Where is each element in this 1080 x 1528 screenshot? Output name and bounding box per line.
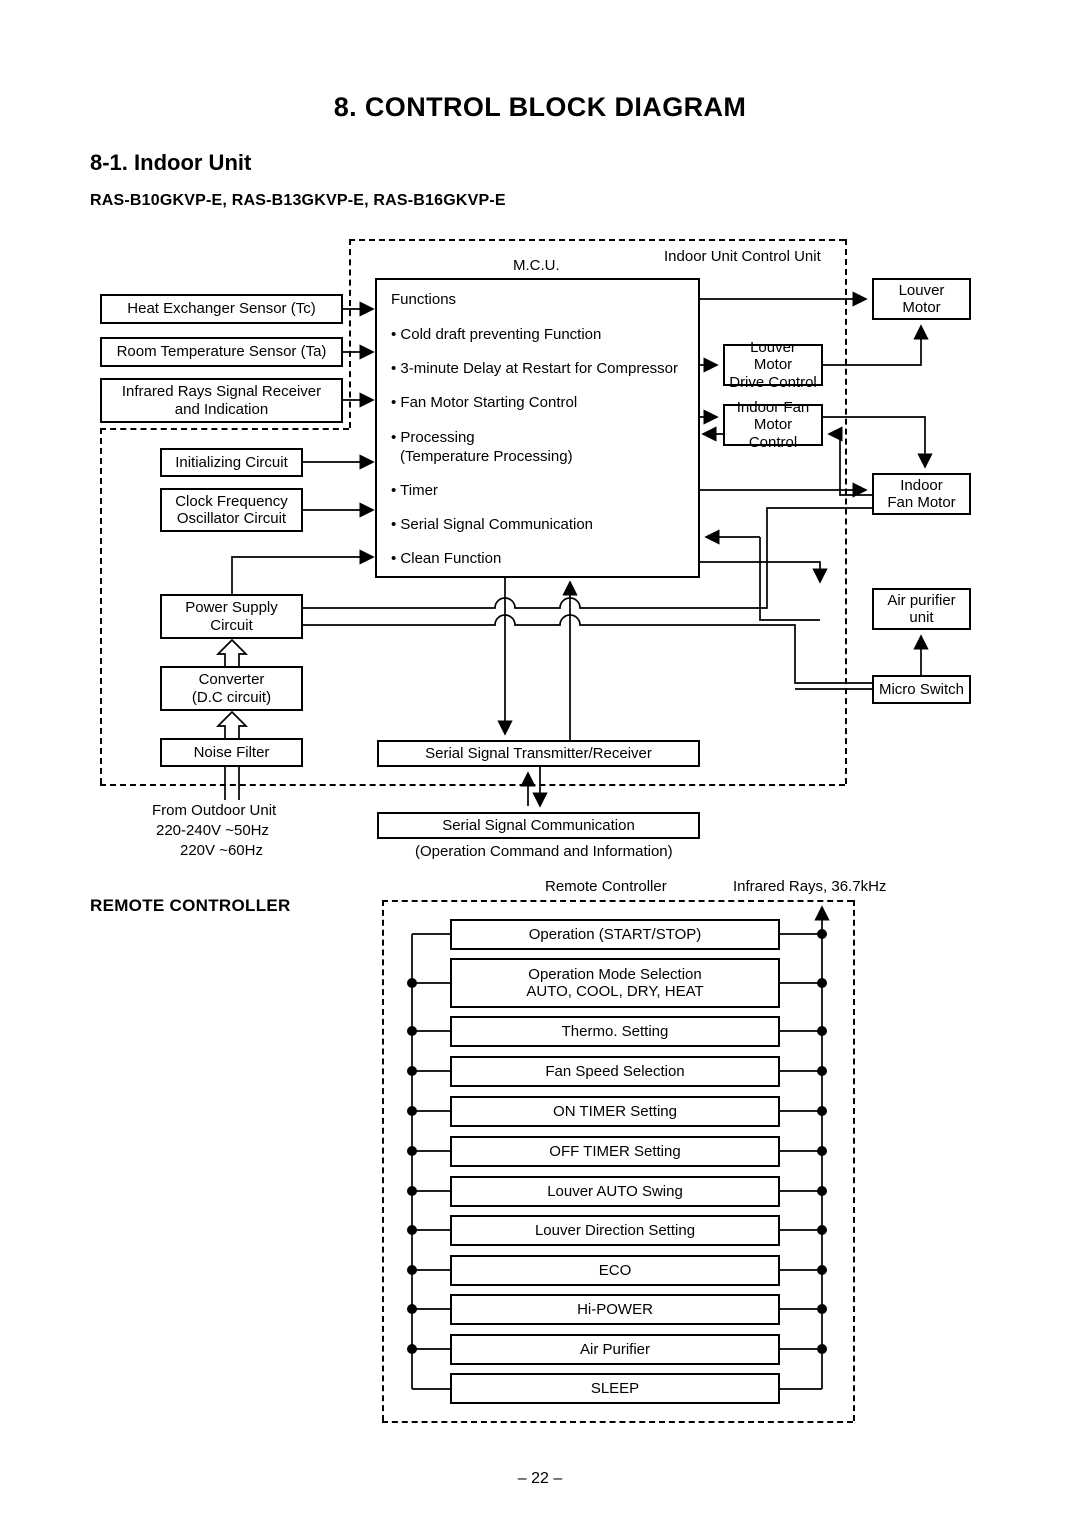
remote-enclosure-left [382, 900, 384, 1421]
mcu-function-0: • Cold draft preventing Function [391, 326, 602, 343]
louver-motor-box: Louver Motor [872, 278, 971, 320]
power-source-line-2: 220-240V ~50Hz [156, 822, 269, 839]
input-box-room-temperature-sensor-label: Room Temperature Sensor (Ta) [116, 343, 327, 361]
mcu-function-6-label: Clean Function [400, 550, 502, 567]
indoor-fan-motor-control-label: Indoor Fan Motor Control [736, 399, 810, 451]
louver-motor-label: Louver Motor [898, 281, 945, 316]
air-purifier-unit-box: Air purifier unit [872, 588, 971, 630]
remote-item-operation[interactable]: Operation (START/STOP) [450, 919, 780, 950]
input-box-room-temperature-sensor: Room Temperature Sensor (Ta) [100, 337, 343, 367]
input-box-infrared-receiver-label: Infrared Rays Signal Receiver and Indica… [121, 383, 322, 418]
remote-controller-heading: REMOTE CONTROLLER [90, 896, 291, 915]
converter-label: Converter (D.C circuit) [191, 671, 272, 706]
mcu-function-3: • Processing [391, 429, 475, 446]
model-list: RAS-B10GKVP-E, RAS-B13GKVP-E, RAS-B16GKV… [90, 192, 506, 209]
remote-item-louver-direction-label: Louver Direction Setting [534, 1221, 696, 1239]
louver-motor-drive-control-box: Louver Motor Drive Control [723, 339, 823, 391]
indoor-fan-motor-label: Indoor Fan Motor [887, 476, 956, 511]
remote-item-fan-speed-label: Fan Speed Selection [545, 1062, 685, 1080]
mcu-function-6: • Clean Function [391, 550, 502, 567]
remote-item-louver-auto-swing-label: Louver AUTO Swing [547, 1182, 683, 1200]
mcu-function-3-label: Processing [400, 429, 475, 446]
remote-item-hi-power[interactable]: Hi-POWER [450, 1294, 780, 1325]
air-purifier-unit-label: Air purifier unit [887, 591, 956, 626]
serial-signal-communication-label: Serial Signal Communication [442, 816, 635, 834]
mcu-function-4-label: Timer [400, 482, 438, 499]
remote-item-fan-speed[interactable]: Fan Speed Selection [450, 1056, 780, 1087]
input-box-heat-exchanger-sensor-label: Heat Exchanger Sensor (Tc) [127, 300, 316, 318]
enclosure-mid-step [100, 428, 349, 430]
remote-enclosure-bottom [382, 1421, 853, 1423]
indoor-fan-motor-box: Indoor Fan Motor [872, 473, 971, 515]
mcu-box: Functions • Cold draft preventing Functi… [375, 278, 700, 578]
noise-filter-label: Noise Filter [193, 743, 270, 761]
remote-item-louver-direction[interactable]: Louver Direction Setting [450, 1215, 780, 1246]
enclosure-right [845, 239, 847, 784]
mcu-function-5: • Serial Signal Communication [391, 516, 594, 533]
louver-motor-drive-control-label: Louver Motor Drive Control [729, 339, 817, 391]
remote-item-thermo-setting[interactable]: Thermo. Setting [450, 1016, 780, 1047]
remote-enclosure-top [382, 900, 853, 902]
remote-item-on-timer[interactable]: ON TIMER Setting [450, 1096, 780, 1127]
input-box-clock-oscillator-label: Clock Frequency Oscillator Circuit [175, 492, 288, 527]
remote-item-operation-label: Operation (START/STOP) [528, 925, 702, 943]
mcu-function-2-label: Fan Motor Starting Control [400, 394, 578, 411]
remote-item-louver-auto-swing[interactable]: Louver AUTO Swing [450, 1176, 780, 1207]
micro-switch-label: Micro Switch [878, 680, 964, 698]
page-canvas: 8. CONTROL BLOCK DIAGRAM 8-1. Indoor Uni… [0, 0, 1080, 1528]
mcu-function-4: • Timer [391, 482, 438, 499]
serial-signal-communication-box: Serial Signal Communication [377, 812, 700, 839]
section-title: 8-1. Indoor Unit [90, 150, 252, 175]
remote-item-air-purifier[interactable]: Air Purifier [450, 1334, 780, 1365]
input-box-infrared-receiver: Infrared Rays Signal Receiver and Indica… [100, 378, 343, 423]
power-source-line-3: 220V ~60Hz [180, 842, 263, 859]
converter-box: Converter (D.C circuit) [160, 666, 303, 711]
micro-switch-box: Micro Switch [872, 675, 971, 704]
label-infrared-rays: Infrared Rays, 36.7kHz [733, 878, 887, 895]
remote-item-sleep[interactable]: SLEEP [450, 1373, 780, 1404]
power-supply-circuit-box: Power Supply Circuit [160, 594, 303, 639]
mcu-function-1: • 3-minute Delay at Restart for Compress… [391, 360, 679, 377]
label-mcu: M.C.U. [513, 257, 560, 274]
remote-item-eco[interactable]: ECO [450, 1255, 780, 1286]
serial-signal-communication-sub: (Operation Command and Information) [415, 843, 673, 860]
remote-item-sleep-label: SLEEP [590, 1379, 640, 1397]
input-box-initializing-circuit-label: Initializing Circuit [175, 453, 288, 471]
page-title: 8. CONTROL BLOCK DIAGRAM [333, 92, 747, 122]
label-remote-controller: Remote Controller [545, 878, 667, 895]
remote-item-on-timer-label: ON TIMER Setting [553, 1102, 677, 1120]
remote-item-operation-mode[interactable]: Operation Mode Selection AUTO, COOL, DRY… [450, 958, 780, 1008]
enclosure-bottom [100, 784, 845, 786]
label-indoor-unit-control-unit: Indoor Unit Control Unit [664, 248, 821, 265]
mcu-function-2: • Fan Motor Starting Control [391, 394, 578, 411]
serial-signal-transmitter-box: Serial Signal Transmitter/Receiver [377, 740, 700, 767]
indoor-fan-motor-control-box: Indoor Fan Motor Control [723, 399, 823, 451]
enclosure-left-lower [100, 428, 102, 784]
remote-item-off-timer[interactable]: OFF TIMER Setting [450, 1136, 780, 1167]
remote-item-air-purifier-label: Air Purifier [579, 1340, 650, 1358]
remote-item-operation-mode-label: Operation Mode Selection AUTO, COOL, DRY… [526, 965, 704, 1000]
remote-item-eco-label: ECO [598, 1261, 632, 1279]
remote-item-thermo-setting-label: Thermo. Setting [561, 1022, 669, 1040]
power-source-line-1: From Outdoor Unit [152, 802, 277, 819]
input-box-clock-oscillator: Clock Frequency Oscillator Circuit [160, 488, 303, 532]
mcu-function-0-label: Cold draft preventing Function [400, 326, 602, 343]
serial-signal-transmitter-label: Serial Signal Transmitter/Receiver [425, 744, 652, 762]
mcu-function-1-label: 3-minute Delay at Restart for Compressor [400, 360, 679, 377]
page-number: – 22 – [517, 1470, 563, 1487]
remote-enclosure-right [853, 900, 855, 1421]
enclosure-top [349, 239, 845, 241]
power-supply-circuit-label: Power Supply Circuit [185, 599, 278, 634]
mcu-function-3-sub: (Temperature Processing) [400, 448, 573, 465]
remote-item-hi-power-label: Hi-POWER [577, 1300, 653, 1318]
noise-filter-box: Noise Filter [160, 738, 303, 767]
mcu-header: Functions [391, 291, 457, 308]
remote-item-off-timer-label: OFF TIMER Setting [549, 1142, 681, 1160]
input-box-heat-exchanger-sensor: Heat Exchanger Sensor (Tc) [100, 294, 343, 324]
input-box-initializing-circuit: Initializing Circuit [160, 448, 303, 477]
enclosure-left-upper [349, 239, 351, 428]
mcu-function-5-label: Serial Signal Communication [400, 516, 594, 533]
